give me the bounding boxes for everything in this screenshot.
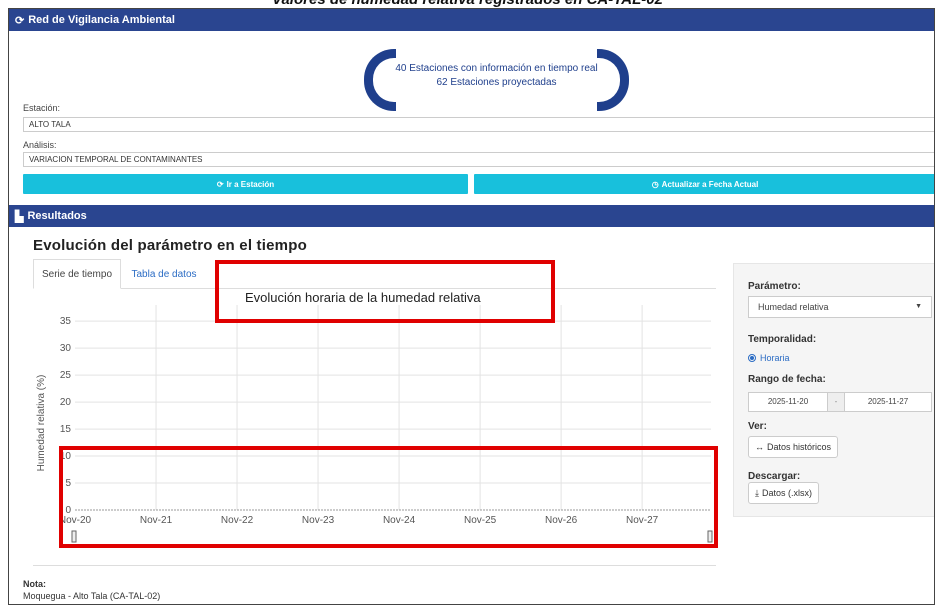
y-tick-label: 25	[60, 370, 72, 381]
radio-selected-icon	[748, 354, 756, 362]
figure-caption: Valores de humedad relativa registrados …	[0, 0, 935, 8]
temporality-label: Temporalidad:	[748, 334, 817, 345]
view-label: Ver:	[748, 421, 767, 432]
highlight-box-title	[215, 260, 555, 323]
note-text: Moquegua - Alto Tala (CA-TAL-02)	[23, 591, 161, 601]
parameters-panel: Parámetro: Humedad relativa ▼ Temporalid…	[733, 263, 934, 517]
y-axis-label: Humedad relativa (%)	[36, 375, 47, 472]
divider	[33, 565, 716, 566]
arrows-icon: ↔	[755, 442, 764, 452]
download-label: Descargar:	[748, 471, 801, 482]
temporality-option-label: Horaria	[760, 353, 790, 363]
y-tick-label: 35	[60, 316, 72, 327]
historic-data-label: Datos históricos	[767, 442, 832, 452]
note-label: Nota:	[23, 579, 46, 589]
highlight-box-zero-values	[59, 446, 718, 548]
download-xlsx-button[interactable]: ⤓ Datos (.xlsx)	[748, 482, 819, 504]
date-range-label: Rango de fecha:	[748, 374, 826, 385]
y-tick-label: 30	[60, 343, 72, 354]
date-from-input[interactable]: 2025-11-20	[748, 392, 828, 412]
parameter-value: Humedad relativa	[758, 302, 829, 312]
download-icon: ⤓	[755, 487, 759, 498]
app-window: ⟳ Red de Vigilancia Ambiental 40 Estacio…	[8, 8, 935, 605]
y-tick-label: 20	[60, 397, 72, 408]
date-separator: -	[828, 392, 844, 412]
y-tick-label: 15	[60, 424, 72, 435]
caret-down-icon: ▼	[915, 303, 922, 310]
download-xlsx-label: Datos (.xlsx)	[761, 488, 812, 498]
date-to-input[interactable]: 2025-11-27	[844, 392, 932, 412]
parameter-label: Parámetro:	[748, 281, 801, 292]
temporality-option-hourly[interactable]: Horaria	[748, 353, 790, 363]
parameter-select[interactable]: Humedad relativa ▼	[748, 296, 932, 318]
historic-data-button[interactable]: ↔ Datos históricos	[748, 436, 839, 458]
